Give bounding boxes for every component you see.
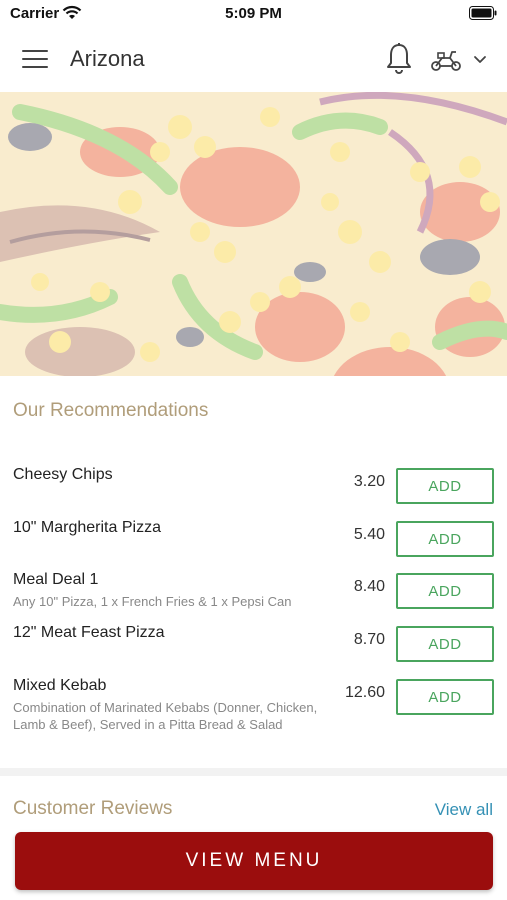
battery-icon: [469, 6, 497, 20]
item-price: 12.60: [344, 684, 385, 701]
item-name: Mixed Kebab: [13, 677, 107, 694]
bell-icon[interactable]: [384, 42, 414, 76]
add-button[interactable]: ADD: [396, 468, 494, 504]
hero-image: [0, 92, 507, 376]
item-name: 10" Margherita Pizza: [13, 519, 161, 536]
clock: 5:09 PM: [225, 5, 282, 22]
item-name: Cheesy Chips: [13, 466, 113, 483]
add-button[interactable]: ADD: [396, 573, 494, 609]
add-button[interactable]: ADD: [396, 521, 494, 557]
item-price: 8.70: [353, 631, 385, 648]
chevron-down-icon[interactable]: [472, 52, 488, 66]
view-all-link[interactable]: View all: [435, 800, 493, 820]
add-button[interactable]: ADD: [396, 679, 494, 715]
pizza-image: [0, 92, 507, 376]
menu-icon[interactable]: [22, 50, 48, 70]
item-name: 12" Meat Feast Pizza: [13, 624, 165, 641]
item-price: 5.40: [353, 526, 385, 543]
item-price: 3.20: [353, 473, 385, 490]
item-price: 8.40: [353, 578, 385, 595]
item-description: Combination of Marinated Kebabs (Donner,…: [13, 700, 318, 732]
add-button[interactable]: ADD: [396, 626, 494, 662]
section-divider: [0, 768, 507, 776]
recommendations-title: Our Recommendations: [13, 400, 209, 421]
scooter-icon[interactable]: [430, 48, 462, 72]
app-header: Arizona: [0, 28, 507, 92]
page-title: Arizona: [70, 46, 145, 71]
item-name: Meal Deal 1: [13, 571, 99, 588]
status-bar: Carrier 5:09 PM: [0, 0, 507, 28]
item-description: Any 10" Pizza, 1 x French Fries & 1 x Pe…: [13, 594, 292, 609]
reviews-title: Customer Reviews: [13, 798, 173, 819]
view-menu-button[interactable]: VIEW MENU: [15, 832, 493, 890]
